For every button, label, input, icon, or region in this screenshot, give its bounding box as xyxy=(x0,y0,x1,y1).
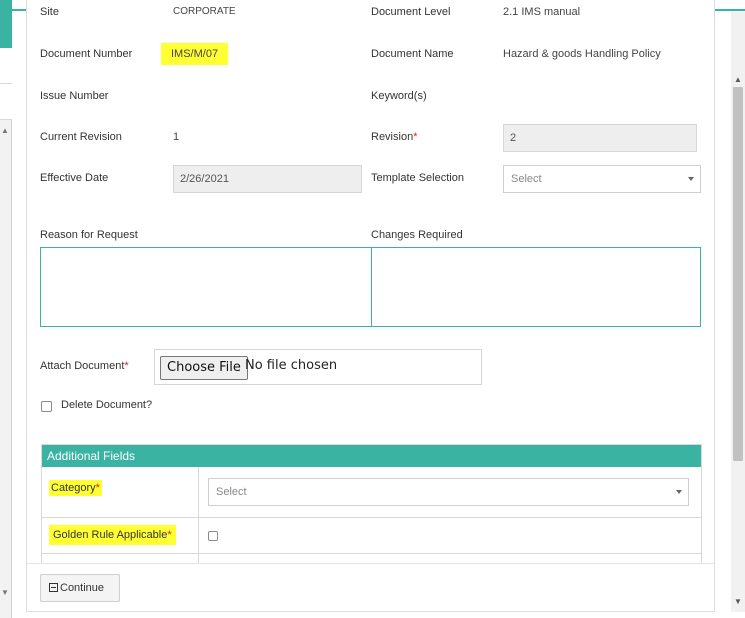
golden-rule-checkbox[interactable] xyxy=(208,531,218,541)
document-number-value: IMS/M/07 xyxy=(161,43,229,65)
document-number-label: Document Number xyxy=(40,48,133,60)
modal-footer: Continue xyxy=(27,563,714,611)
document-level-label: Document Level xyxy=(371,6,451,18)
reason-for-request-label: Reason for Request xyxy=(40,229,138,241)
revision-label: Revision* xyxy=(371,131,417,143)
golden-rule-label-cell: Golden Rule Applicable* xyxy=(42,518,199,553)
golden-rule-label: Golden Rule Applicable* xyxy=(49,525,176,545)
continue-button-label: Continue xyxy=(60,582,105,594)
effective-date-label: Effective Date xyxy=(40,172,109,184)
attach-document-file-input: Choose File No file chosen xyxy=(154,349,482,385)
caret-down-icon xyxy=(676,490,682,494)
attach-document-label: Attach Document* xyxy=(40,360,129,372)
additional-fields-row xyxy=(42,554,701,563)
screen: ▲ ▼ Site CORPORATE Document Level 2.1 IM… xyxy=(0,0,745,618)
golden-rule-label-text: Golden Rule Applicable xyxy=(53,529,168,541)
site-label: Site xyxy=(40,6,59,18)
category-label-cell: Category* xyxy=(42,467,199,517)
scrollbar-thumb[interactable] xyxy=(733,87,743,461)
current-revision-value: 1 xyxy=(173,131,180,143)
category-label-text: Category xyxy=(51,482,96,494)
delete-document-label: Delete Document? xyxy=(61,399,153,411)
required-marker: * xyxy=(413,131,418,143)
category-label: Category* xyxy=(49,480,102,496)
category-select[interactable]: Select xyxy=(208,478,689,506)
background-header-strip xyxy=(0,0,12,48)
scroll-up-icon[interactable]: ▲ xyxy=(734,75,742,84)
revision-label-text: Revision xyxy=(371,131,414,143)
template-selection-value: Select xyxy=(511,173,542,185)
additional-fields-header: Additional Fields xyxy=(42,445,701,467)
effective-date-input[interactable]: 2/26/2021 xyxy=(173,165,362,193)
document-name-value: Hazard & goods Handling Policy xyxy=(503,48,661,60)
caret-down-icon xyxy=(688,177,694,181)
document-revision-modal: Site CORPORATE Document Level 2.1 IMS ma… xyxy=(26,0,715,612)
revision-input[interactable]: 2 xyxy=(503,124,697,152)
background-scroll-down-icon: ▼ xyxy=(1,588,9,597)
changes-required-label: Changes Required xyxy=(371,229,463,241)
modal-scrollbar[interactable]: ▲ ▼ xyxy=(731,11,745,612)
attach-document-label-text: Attach Document xyxy=(40,360,125,372)
delete-document-checkbox[interactable] xyxy=(41,401,52,412)
no-file-chosen-text: No file chosen xyxy=(245,358,338,373)
background-row xyxy=(0,84,12,120)
issue-number-label: Issue Number xyxy=(40,90,109,102)
floppy-disk-icon xyxy=(49,583,58,592)
required-marker: * xyxy=(167,529,172,541)
background-page-edge: ▲ ▼ xyxy=(0,0,12,618)
required-marker: * xyxy=(95,482,100,494)
reason-for-request-textarea[interactable] xyxy=(40,247,372,327)
keywords-label: Keyword(s) xyxy=(371,90,427,102)
changes-required-textarea[interactable] xyxy=(371,247,701,327)
background-row xyxy=(0,48,12,84)
site-value: CORPORATE xyxy=(173,6,236,17)
category-select-value: Select xyxy=(216,486,247,498)
scroll-down-icon[interactable]: ▼ xyxy=(734,597,742,606)
additional-fields-cell xyxy=(42,554,199,563)
modal-body: Site CORPORATE Document Level 2.1 IMS ma… xyxy=(27,0,714,563)
template-selection-select[interactable]: Select xyxy=(503,165,701,193)
category-row: Category* Select xyxy=(42,467,701,518)
document-level-value: 2.1 IMS manual xyxy=(503,6,581,18)
current-revision-label: Current Revision xyxy=(40,131,122,143)
golden-rule-row: Golden Rule Applicable* xyxy=(42,518,701,554)
additional-fields-panel: Additional Fields Category* Select Golde… xyxy=(41,444,702,563)
continue-button[interactable]: Continue xyxy=(40,574,120,602)
choose-file-button[interactable]: Choose File xyxy=(160,356,248,380)
required-marker: * xyxy=(124,360,129,372)
document-name-label: Document Name xyxy=(371,48,454,60)
background-scroll-up-icon: ▲ xyxy=(1,126,9,135)
template-selection-label: Template Selection xyxy=(371,172,464,184)
